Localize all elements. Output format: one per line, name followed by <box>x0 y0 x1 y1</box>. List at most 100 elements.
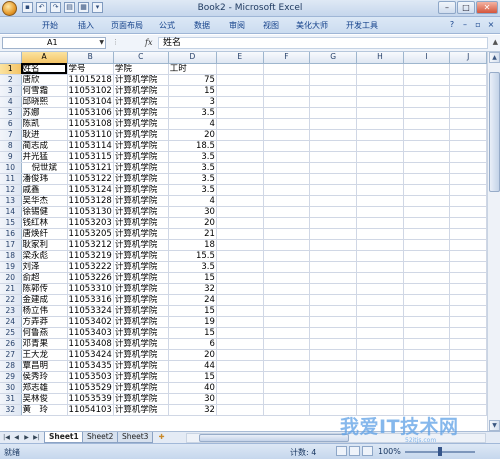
cell-a[interactable]: 陈郭传 <box>21 283 68 295</box>
cell-empty[interactable] <box>356 261 404 273</box>
cell-a[interactable]: 姓名 <box>21 63 68 75</box>
cell-b[interactable]: 11053402 <box>67 316 114 328</box>
cell-d[interactable]: 4 <box>168 118 217 130</box>
cell-empty[interactable] <box>403 217 451 229</box>
cell-empty[interactable] <box>403 184 451 196</box>
cell-empty[interactable] <box>309 107 358 119</box>
row-header[interactable]: 4 <box>0 96 22 108</box>
cell-empty[interactable] <box>403 74 451 86</box>
cell-empty[interactable] <box>216 338 264 350</box>
ribbon-minimize-icon[interactable]: – <box>460 19 470 30</box>
cell-empty[interactable] <box>356 283 404 295</box>
cell-empty[interactable] <box>263 228 311 240</box>
cell-c[interactable]: 计算机学院 <box>113 360 169 372</box>
row-header[interactable]: 15 <box>0 217 22 229</box>
cell-c[interactable]: 计算机学院 <box>113 107 169 119</box>
cell-empty[interactable] <box>403 140 451 152</box>
cell-a[interactable]: 郑志雄 <box>21 382 68 394</box>
cell-empty[interactable] <box>403 316 451 328</box>
cell-empty[interactable] <box>216 261 264 273</box>
cell-empty[interactable] <box>216 173 264 185</box>
cell-c[interactable]: 计算机学院 <box>113 327 169 339</box>
cell-b[interactable]: 11015218 <box>67 74 114 86</box>
cell-a[interactable]: 井光猛 <box>21 151 68 163</box>
scroll-up-icon[interactable]: ▲ <box>489 52 500 63</box>
cell-empty[interactable] <box>216 404 264 416</box>
cell-empty[interactable] <box>449 140 487 152</box>
cell-d[interactable]: 15 <box>168 85 217 97</box>
row-header[interactable]: 7 <box>0 129 22 141</box>
cell-empty[interactable] <box>356 184 404 196</box>
row-header[interactable]: 24 <box>0 316 22 328</box>
cell-empty[interactable] <box>263 294 311 306</box>
cell-empty[interactable] <box>449 195 487 207</box>
cell-empty[interactable] <box>216 327 264 339</box>
cell-empty[interactable] <box>263 118 311 130</box>
cell-empty[interactable] <box>263 239 311 251</box>
column-header-g[interactable]: G <box>309 52 358 64</box>
cell-d[interactable]: 20 <box>168 217 217 229</box>
row-header[interactable]: 31 <box>0 393 22 405</box>
cell-empty[interactable] <box>403 151 451 163</box>
cell-b[interactable]: 11053403 <box>67 327 114 339</box>
cell-empty[interactable] <box>309 173 358 185</box>
cell-empty[interactable] <box>263 283 311 295</box>
cell-empty[interactable] <box>449 107 487 119</box>
cell-empty[interactable] <box>356 250 404 262</box>
cell-b[interactable]: 11053114 <box>67 140 114 152</box>
ribbon-close-icon[interactable]: × <box>486 19 496 30</box>
formula-input[interactable]: 姓名 <box>158 37 488 49</box>
cell-empty[interactable] <box>309 129 358 141</box>
cell-empty[interactable] <box>356 305 404 317</box>
cell-c[interactable]: 计算机学院 <box>113 404 169 416</box>
insert-sheet-icon[interactable]: ✚ <box>155 432 168 443</box>
cell-empty[interactable] <box>403 261 451 273</box>
cell-empty[interactable] <box>216 272 264 284</box>
cell-b[interactable]: 11053205 <box>67 228 114 240</box>
column-header-c[interactable]: C <box>113 52 169 64</box>
column-header-f[interactable]: F <box>263 52 311 64</box>
cell-empty[interactable] <box>449 393 487 405</box>
cell-a[interactable]: 蔺志成 <box>21 140 68 152</box>
cell-empty[interactable] <box>216 305 264 317</box>
cell-b[interactable]: 11053104 <box>67 96 114 108</box>
cell-d[interactable]: 3.5 <box>168 184 217 196</box>
row-header[interactable]: 18 <box>0 250 22 262</box>
cell-d[interactable]: 44 <box>168 360 217 372</box>
cell-empty[interactable] <box>309 217 358 229</box>
sheet-tab-sheet3[interactable]: Sheet3 <box>117 432 154 443</box>
cell-empty[interactable] <box>309 349 358 361</box>
cell-b[interactable]: 11053539 <box>67 393 114 405</box>
cell-c[interactable]: 计算机学院 <box>113 151 169 163</box>
cell-empty[interactable] <box>449 272 487 284</box>
cell-empty[interactable] <box>309 118 358 130</box>
cell-d[interactable]: 32 <box>168 283 217 295</box>
row-header[interactable]: 5 <box>0 107 22 119</box>
cell-empty[interactable] <box>356 85 404 97</box>
cell-b[interactable]: 11053219 <box>67 250 114 262</box>
cell-empty[interactable] <box>309 162 358 174</box>
cell-empty[interactable] <box>216 283 264 295</box>
close-button[interactable]: ✕ <box>476 1 498 14</box>
row-header[interactable]: 2 <box>0 74 22 86</box>
cell-a[interactable]: 侯秀玲 <box>21 371 68 383</box>
cell-empty[interactable] <box>309 151 358 163</box>
cell-a[interactable]: 钱红林 <box>21 217 68 229</box>
help-icon[interactable]: ? <box>447 19 457 30</box>
cell-empty[interactable] <box>263 151 311 163</box>
cell-empty[interactable] <box>216 316 264 328</box>
cell-empty[interactable] <box>309 338 358 350</box>
cell-a[interactable]: 何鲁燕 <box>21 327 68 339</box>
cell-a[interactable]: 耿进 <box>21 129 68 141</box>
cell-empty[interactable] <box>356 74 404 86</box>
cell-a[interactable]: 金建成 <box>21 294 68 306</box>
column-header-h[interactable]: H <box>356 52 404 64</box>
cell-empty[interactable] <box>263 74 311 86</box>
tab-beautify-master[interactable]: 美化大师 <box>296 20 328 31</box>
cell-d[interactable]: 18.5 <box>168 140 217 152</box>
row-header[interactable]: 6 <box>0 118 22 130</box>
cell-empty[interactable] <box>403 294 451 306</box>
cell-empty[interactable] <box>309 305 358 317</box>
cell-empty[interactable] <box>263 261 311 273</box>
cell-b[interactable]: 11053122 <box>67 173 114 185</box>
